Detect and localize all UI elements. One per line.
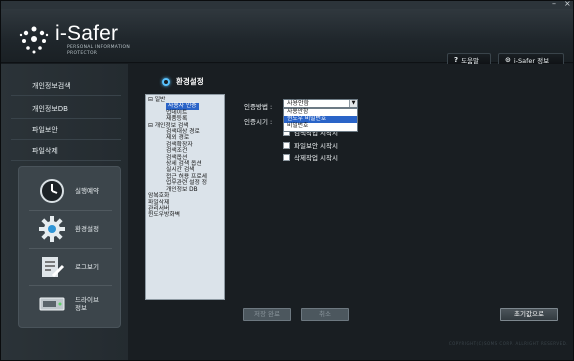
gear-icon (39, 216, 65, 242)
app-window: – × i-Safer PERSONAL INFORMATION PROTECT… (0, 0, 574, 361)
checkbox-box[interactable] (283, 153, 290, 161)
section-title: 환경설정 (176, 77, 204, 86)
auth-method-dropdown: 사용안함 윈도우 비밀번호 비밀번호 (283, 108, 358, 132)
title-bar: – × (1, 1, 573, 9)
checkbox-file-security-start[interactable]: 파일보안 시작시 (283, 140, 338, 150)
close-button[interactable]: × (564, 1, 571, 8)
checkbox-label: 삭제작업 시작시 (294, 154, 338, 162)
dropdown-option[interactable]: 윈도우 비밀번호 (284, 116, 357, 123)
settings-label: 환경설정 (75, 225, 99, 233)
drive-info-label-line2: 정보 (75, 304, 87, 312)
log-view-label: 로그보기 (75, 263, 99, 271)
section-header: 환경설정 (162, 76, 204, 87)
auth-time-label: 인증시기 : (244, 118, 273, 126)
drive-info-button[interactable]: 드라이브 정보 (19, 286, 122, 322)
nav-file-delete[interactable]: 파일삭제 (11, 141, 121, 161)
drive-info-label: 드라이브 정보 (75, 296, 99, 312)
auth-method-select[interactable]: 사용안함 ▼ (283, 99, 358, 108)
auth-method-value: 사용안함 (287, 100, 310, 107)
collapse-icon[interactable]: ⊟ (148, 123, 155, 129)
question-icon: ? (454, 56, 459, 64)
nav-personal-info-db[interactable]: 개인정보DB (11, 99, 121, 119)
nav-personal-info-search[interactable]: 개인정보검색 (11, 76, 121, 96)
tree-item[interactable]: 윈도우방화벽 (146, 212, 224, 218)
settings-button[interactable]: 환경설정 (19, 211, 122, 247)
drive-icon (39, 297, 65, 311)
main-content: 환경설정 ⊟ 일반 사용자 인증 업데이트 제품등록 ⊟ 개인정보 검색 검색대상 경로 제… (128, 64, 573, 360)
logo-icon (19, 26, 49, 54)
schedule-label: 실행예약 (75, 187, 99, 195)
tree-item-label: 개인정보 DB (166, 186, 198, 193)
auth-method-label: 인증방법 : (244, 103, 273, 111)
nav-file-security[interactable]: 파일보안 (11, 120, 121, 140)
section-bullet-icon (162, 77, 170, 86)
tree-item-label: 윈도우방화벽 (148, 212, 180, 219)
collapse-icon[interactable]: ⊟ (148, 97, 155, 103)
minimize-button[interactable]: – (552, 1, 556, 8)
dropdown-option[interactable]: 사용안함 (284, 109, 357, 116)
info-circle-icon: ⊙ (505, 56, 511, 64)
schedule-button[interactable]: 실행예약 (19, 173, 122, 209)
checkbox-label: 파일보안 시작시 (294, 142, 338, 150)
dropdown-option[interactable]: 비밀번호 (284, 123, 357, 130)
log-icon (42, 257, 65, 278)
checkbox-box[interactable] (283, 141, 290, 149)
settings-tree[interactable]: ⊟ 일반 사용자 인증 업데이트 제품등록 ⊟ 개인정보 검색 검색대상 경로 제외 경로 검… (145, 94, 225, 300)
cancel-button[interactable]: 취소 (301, 308, 349, 321)
log-view-button[interactable]: 로그보기 (19, 249, 122, 285)
tree-item-label: 일반 (154, 97, 166, 103)
reset-defaults-button[interactable]: 초기값으로 (500, 308, 558, 321)
app-subtitle: PERSONAL INFORMATION PROTECTOR (67, 45, 131, 56)
clock-icon (40, 179, 64, 203)
sidebar: 개인정보검색 개인정보DB 파일보안 파일삭제 실행예약 환경설정 로그보기 드… (1, 64, 128, 360)
chevron-down-icon[interactable]: ▼ (349, 100, 357, 107)
checkbox-delete-start[interactable]: 삭제작업 시작시 (283, 152, 338, 162)
save-button[interactable]: 저장 완료 (243, 308, 291, 321)
copyright-text: COPYRIGHT(C)SOMS CORP. ALLRIGHT RESERVED… (448, 341, 568, 346)
drive-info-label-line1: 드라이브 (75, 296, 99, 304)
app-title: i-Safer (55, 22, 119, 45)
tool-panel: 실행예약 환경설정 로그보기 드라이브 정보 (18, 166, 121, 328)
header: i-Safer PERSONAL INFORMATION PROTECTOR ?… (1, 9, 573, 67)
